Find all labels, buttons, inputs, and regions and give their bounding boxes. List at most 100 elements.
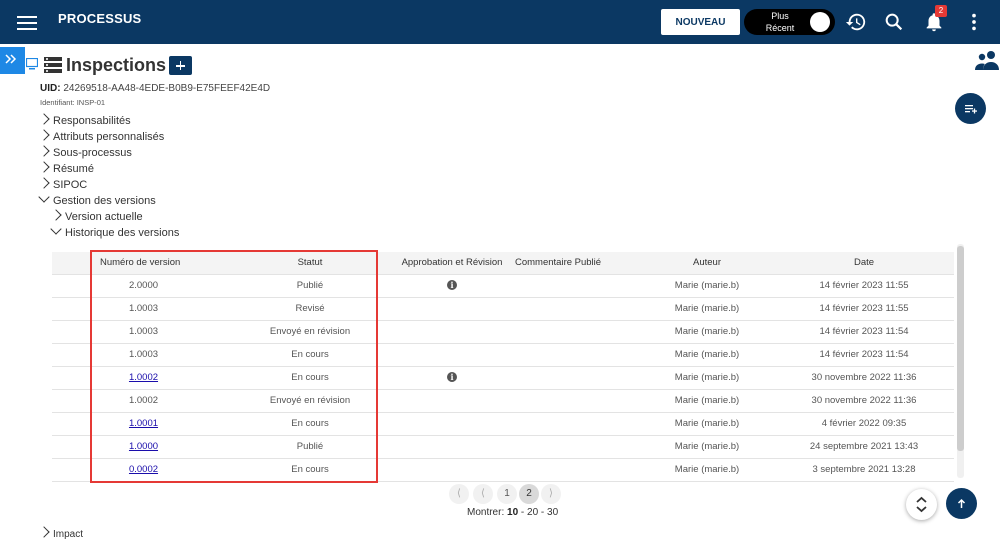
chevron-right-icon xyxy=(50,209,62,221)
table-row[interactable]: 1.0000 Publié Marie (marie.b) 24 septembre … xyxy=(52,436,954,459)
approval-cell xyxy=(395,436,509,458)
comment-cell xyxy=(511,390,615,412)
tree-label: Impact xyxy=(53,529,84,540)
identifier: Identifiant: INSP-01 xyxy=(40,98,106,107)
author-cell: Marie (marie.b) xyxy=(674,349,740,360)
version-link[interactable]: 1.0002 xyxy=(129,372,158,383)
tree-item-sipoc[interactable]: SIPOC xyxy=(38,177,87,191)
date-cell: 30 novembre 2022 11:36 xyxy=(811,372,917,383)
status-cell: Publié xyxy=(296,280,324,291)
chevron-down-icon xyxy=(50,223,62,235)
status-cell: En cours xyxy=(291,349,329,360)
scroll-toggle-button[interactable] xyxy=(906,489,937,520)
previous-page-button[interactable]: ⟨ xyxy=(473,484,493,504)
approval-cell: i xyxy=(395,367,509,389)
users-icon[interactable] xyxy=(975,50,999,70)
monitor-icon xyxy=(26,58,38,70)
version-cell: 1.0002 xyxy=(52,390,235,412)
history-icon[interactable] xyxy=(845,11,867,33)
version-cell: 0.0002 xyxy=(52,459,235,481)
page-button-2[interactable]: 2 xyxy=(519,484,539,504)
table-scrollbar-thumb[interactable] xyxy=(957,246,964,451)
toggle-label-line-2: Récent xyxy=(765,23,795,33)
date-cell: 14 février 2023 11:54 xyxy=(819,349,909,360)
comment-cell xyxy=(511,436,615,458)
version-link[interactable]: 0.0002 xyxy=(129,464,158,475)
toggle-knob[interactable] xyxy=(810,12,830,32)
info-icon[interactable]: i xyxy=(447,372,457,382)
header-status[interactable]: Statut xyxy=(235,252,385,274)
page-size-20[interactable]: 20 xyxy=(527,507,538,518)
page-button-1[interactable]: 1 xyxy=(497,484,517,504)
comment-cell xyxy=(511,275,615,297)
tree-item-version-actuelle[interactable]: Version actuelle xyxy=(50,209,143,223)
header-approval[interactable]: Approbation et Révision xyxy=(395,252,509,274)
comment-cell xyxy=(511,321,615,343)
tree-label: Sous-processus xyxy=(53,147,132,159)
table-row[interactable]: 1.0003 Envoyé en révision Marie (marie.b) 1… xyxy=(52,321,954,344)
version-link[interactable]: 1.0001 xyxy=(129,418,158,429)
version-link[interactable]: 1.0000 xyxy=(129,441,158,452)
status-cell: En cours xyxy=(291,464,329,475)
tree-label: Version actuelle xyxy=(65,211,143,223)
tree-label: Gestion des versions xyxy=(53,195,156,207)
scroll-to-top-fab[interactable] xyxy=(946,488,977,519)
tree-label: Résumé xyxy=(53,163,94,175)
page-size-10[interactable]: 10 xyxy=(507,507,518,518)
search-icon[interactable] xyxy=(883,11,905,33)
page-title: Inspections xyxy=(66,55,167,75)
table-row[interactable]: 1.0002 En cours i Marie (marie.b) 30 novembr… xyxy=(52,367,954,390)
table-row[interactable]: 1.0002 Envoyé en révision Marie (marie.b) 3… xyxy=(52,390,954,413)
status-cell: En cours xyxy=(291,418,329,429)
comment-cell xyxy=(511,367,615,389)
version-text: 2.0000 xyxy=(128,280,159,291)
new-button[interactable]: NOUVEAU xyxy=(661,9,740,35)
comment-cell xyxy=(511,344,615,366)
list-add-fab[interactable] xyxy=(955,93,986,124)
info-icon[interactable]: i xyxy=(447,280,457,290)
status-cell: En cours xyxy=(291,372,329,383)
status-cell: Envoyé en révision xyxy=(269,326,351,337)
author-cell: Marie (marie.b) xyxy=(674,303,740,314)
tree-item-attributs[interactable]: Attributs personnalisés xyxy=(38,129,164,143)
date-cell: 14 février 2023 11:54 xyxy=(819,326,909,337)
page-size-30[interactable]: 30 xyxy=(547,507,558,518)
tree-item-gestion-versions[interactable]: Gestion des versions xyxy=(38,191,156,207)
most-recent-toggle[interactable]: Plus Récent xyxy=(744,9,835,35)
tree-item-historique[interactable]: Historique des versions xyxy=(50,223,179,239)
first-page-button[interactable]: ⟨ xyxy=(449,484,469,504)
version-text: 1.0003 xyxy=(128,303,159,314)
next-page-button[interactable]: ⟩ xyxy=(541,484,561,504)
tree-item-resume[interactable]: Résumé xyxy=(38,161,94,175)
add-button[interactable] xyxy=(169,56,192,75)
tree-item-responsabilites[interactable]: Responsabilités xyxy=(38,113,131,127)
table-row[interactable]: 0.0002 En cours Marie (marie.b) 3 septembre… xyxy=(52,459,954,482)
side-drawer-toggle[interactable] xyxy=(0,47,25,74)
table-row[interactable]: 2.0000 Publié i Marie (marie.b) 14 février 2… xyxy=(52,275,954,298)
table-row[interactable]: 1.0003 Revisé Marie (marie.b) 14 février 20… xyxy=(52,298,954,321)
version-cell: 2.0000 xyxy=(52,275,235,297)
header-author[interactable]: Auteur xyxy=(632,252,782,274)
author-cell: Marie (marie.b) xyxy=(674,395,740,406)
status-cell: Revisé xyxy=(295,303,325,314)
author-cell: Marie (marie.b) xyxy=(674,441,740,452)
header-version[interactable]: Numéro de version xyxy=(52,252,235,274)
tree-item-sous-processus[interactable]: Sous-processus xyxy=(38,145,132,159)
comment-cell xyxy=(511,298,615,320)
author-cell: Marie (marie.b) xyxy=(674,326,740,337)
unfold-icon xyxy=(916,496,927,513)
table-row[interactable]: 1.0003 En cours Marie (marie.b) 14 février … xyxy=(52,344,954,367)
chevron-down-icon xyxy=(38,191,50,203)
tree-item-impact[interactable]: Impact xyxy=(38,526,84,540)
menu-icon[interactable] xyxy=(17,12,37,32)
header-date[interactable]: Date xyxy=(789,252,939,274)
comment-cell xyxy=(511,413,615,435)
more-vert-icon[interactable] xyxy=(963,11,985,33)
version-text: 1.0003 xyxy=(128,326,159,337)
approval-cell: i xyxy=(395,275,509,297)
status-cell: Envoyé en révision xyxy=(269,395,351,406)
header-comment[interactable]: Commentaire Publié xyxy=(511,252,619,274)
table-row[interactable]: 1.0001 En cours Marie (marie.b) 4 février 2… xyxy=(52,413,954,436)
page-size-selector: Montrer: 10 - 20 - 30 xyxy=(467,507,558,518)
arrow-up-icon xyxy=(957,498,966,508)
